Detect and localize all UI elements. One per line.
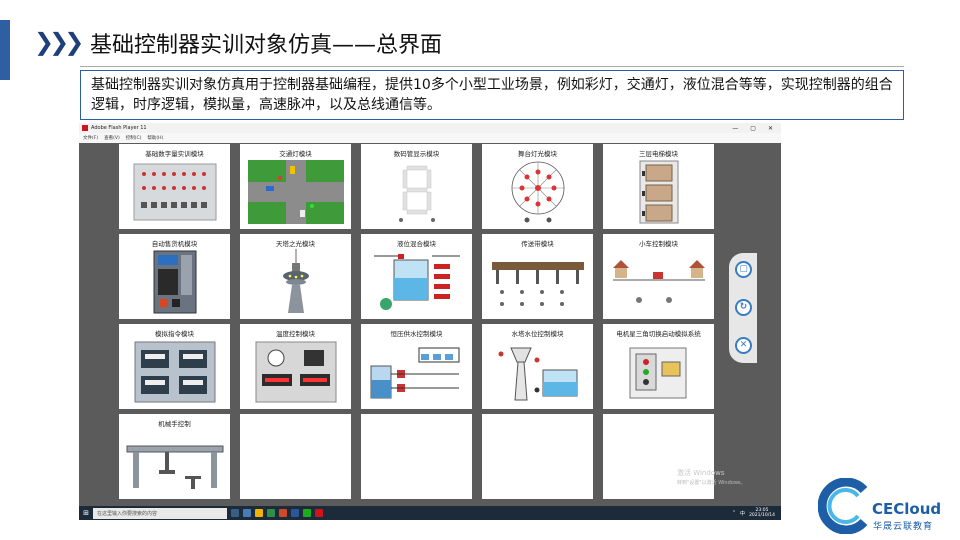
- module-tile-traffic-light[interactable]: 交通灯模块: [240, 144, 351, 229]
- module-title: 模拟指令模块: [155, 330, 194, 338]
- module-tile-empty: [482, 414, 593, 499]
- menu-bar: 文件(F) 查看(V) 控制(C) 帮助(H): [79, 133, 781, 143]
- module-tile-manipulator[interactable]: 机械手控制: [119, 414, 230, 499]
- motor-star-delta-icon: [603, 338, 714, 405]
- module-title: 温度控制模块: [276, 330, 315, 338]
- file-explorer-icon[interactable]: [255, 509, 263, 517]
- brand-subtitle: 华晟云联教育: [873, 522, 934, 532]
- module-tile-stage-lights[interactable]: 舞台灯光模块: [482, 144, 593, 229]
- module-title: 数码管显示模块: [393, 150, 440, 158]
- flash-logo-icon: [82, 125, 88, 131]
- module-title: 天塔之光模块: [276, 240, 315, 248]
- menu-control[interactable]: 控制(C): [126, 135, 142, 141]
- cart-control-icon: [603, 248, 714, 315]
- page-title: 基础控制器实训对象仿真——总界面: [90, 33, 443, 58]
- liquid-mixing-icon: [361, 248, 472, 315]
- ime-indicator[interactable]: 中: [740, 510, 745, 517]
- module-tile-empty: [361, 414, 472, 499]
- activation-watermark: 激活 Windows 转到"设置"以激活 Windows。: [677, 469, 746, 488]
- task-view-icon[interactable]: [231, 509, 239, 517]
- temperature-control-icon: [240, 338, 351, 405]
- seven-segment-icon: [361, 158, 472, 225]
- analog-command-icon: [119, 338, 230, 405]
- description-box: 基础控制器实训对象仿真用于控制器基础编程，提供10多个小型工业场景，例如彩灯，交…: [80, 70, 904, 120]
- module-title: 舞台灯光模块: [518, 150, 557, 158]
- brand-logo: CECloud 华晟云联教育: [817, 477, 954, 535]
- side-control-panel: ▢ ↻ ✕: [729, 253, 757, 363]
- module-tile-empty: [240, 414, 351, 499]
- module-tile-conveyor[interactable]: 传送带模块: [482, 234, 593, 319]
- flash-player-icon[interactable]: [315, 509, 323, 517]
- wechat-icon[interactable]: [303, 509, 311, 517]
- module-title: 电机星三角切换启动模拟系统: [616, 330, 701, 338]
- close-icon[interactable]: ✕: [735, 337, 752, 354]
- module-tile-water-supply[interactable]: 恒压供水控制模块: [361, 324, 472, 409]
- maximize-button[interactable]: ▢: [750, 125, 756, 132]
- watermark-line1: 激活 Windows: [677, 469, 725, 477]
- title-divider: [80, 66, 904, 67]
- clock-date: 2021/10/14: [749, 513, 775, 518]
- module-tile-digital-io[interactable]: 基础数字量实训模块: [119, 144, 230, 229]
- app-icon[interactable]: [243, 509, 251, 517]
- module-tile-star-delta[interactable]: 电机星三角切换启动模拟系统: [603, 324, 714, 409]
- minimize-button[interactable]: —: [732, 125, 738, 132]
- module-title: 自动售货机模块: [151, 240, 198, 248]
- water-supply-icon: [361, 338, 472, 405]
- refresh-icon[interactable]: ↻: [735, 299, 752, 316]
- window-titlebar: Adobe Flash Player 11 — ▢ ✕: [79, 123, 781, 133]
- module-title: 交通灯模块: [279, 150, 312, 158]
- module-tile-water-tower[interactable]: 水塔水位控制模块: [482, 324, 593, 409]
- menu-view[interactable]: 查看(V): [104, 135, 120, 141]
- flash-player-window: Adobe Flash Player 11 — ▢ ✕ 文件(F) 查看(V) …: [79, 123, 781, 520]
- app-icon[interactable]: [267, 509, 275, 517]
- digital-io-panel-icon: [119, 158, 230, 225]
- module-title: 液位混合模块: [397, 240, 436, 248]
- module-tile-vending-machine[interactable]: 自动售货机模块: [119, 234, 230, 319]
- module-title: 机械手控制: [158, 420, 191, 428]
- module-tile-elevator[interactable]: 三层电梯模块: [603, 144, 714, 229]
- module-tile-analog-command[interactable]: 模拟指令模块: [119, 324, 230, 409]
- menu-file[interactable]: 文件(F): [83, 135, 98, 141]
- manipulator-icon: [119, 428, 230, 495]
- traffic-intersection-icon: [240, 158, 351, 225]
- cecloud-logo-icon: [817, 477, 868, 535]
- module-tile-seven-segment[interactable]: 数码管显示模块: [361, 144, 472, 229]
- system-tray: ⌃ 中 23:05 2021/10/14: [732, 508, 781, 518]
- module-tile-tower-lights[interactable]: 天塔之光模块: [240, 234, 351, 319]
- menu-help[interactable]: 帮助(H): [147, 135, 163, 141]
- taskbar: ⊞ 在这里输入你要搜索的内容 ⌃ 中 23:05 2021/10/14: [79, 506, 781, 520]
- taskbar-search-input[interactable]: 在这里输入你要搜索的内容: [93, 507, 227, 519]
- module-tile-cart-control[interactable]: 小车控制模块: [603, 234, 714, 319]
- accent-bar: [0, 20, 10, 80]
- conveyor-icon: [482, 248, 593, 315]
- module-title: 传送带模块: [521, 240, 554, 248]
- module-title: 三层电梯模块: [639, 150, 678, 158]
- close-window-button[interactable]: ✕: [768, 125, 773, 132]
- module-tile-temperature[interactable]: 温度控制模块: [240, 324, 351, 409]
- chevron-right-icon: ❯❯❯: [34, 28, 84, 56]
- clock[interactable]: 23:05 2021/10/14: [749, 508, 775, 518]
- elevator-icon: [603, 158, 714, 225]
- window-title: Adobe Flash Player 11: [91, 125, 147, 131]
- word-icon[interactable]: [291, 509, 299, 517]
- chevron-up-icon[interactable]: ⌃: [732, 510, 736, 516]
- windows-start-icon[interactable]: ⊞: [79, 509, 93, 517]
- module-grid: 基础数字量实训模块 交通灯模块 数码管显示模块 舞台灯光模块 三层电梯模块 自动…: [119, 144, 714, 499]
- module-title: 水塔水位控制模块: [511, 330, 564, 338]
- stage-lights-icon: [482, 158, 593, 225]
- module-title: 基础数字量实训模块: [145, 150, 204, 158]
- module-title: 恒压供水控制模块: [390, 330, 443, 338]
- module-tile-liquid-mixing[interactable]: 液位混合模块: [361, 234, 472, 319]
- water-tower-icon: [482, 338, 593, 405]
- module-title: 小车控制模块: [639, 240, 678, 248]
- tower-lights-icon: [240, 248, 351, 315]
- screen-icon[interactable]: ▢: [735, 261, 752, 278]
- brand-name: CECloud: [872, 500, 942, 518]
- vending-machine-icon: [119, 248, 230, 315]
- powerpoint-icon[interactable]: [279, 509, 287, 517]
- watermark-line2: 转到"设置"以激活 Windows。: [677, 480, 746, 486]
